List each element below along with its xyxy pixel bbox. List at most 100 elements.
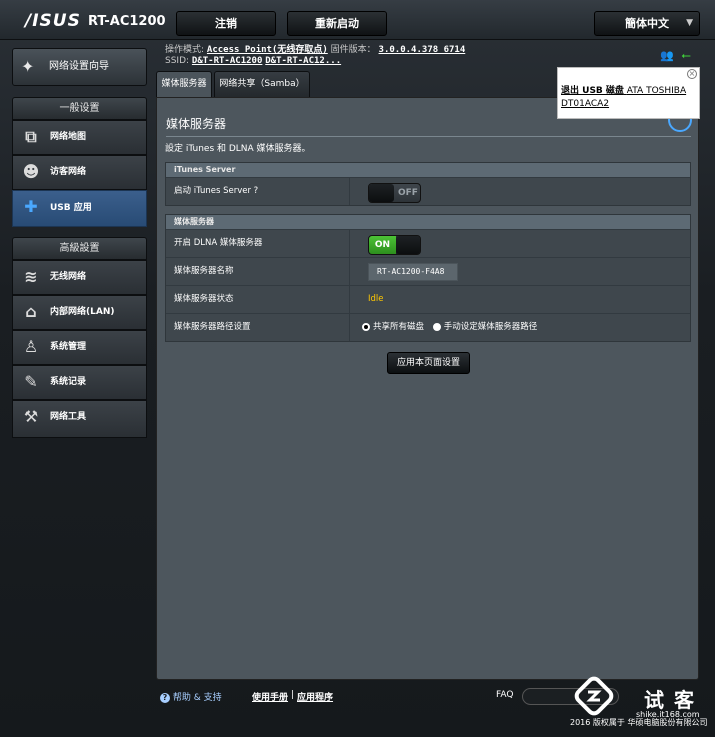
eject-usb-link[interactable]: 退出 USB 磁盘 ATA TOSHIBA <box>561 86 686 96</box>
mode-label: 操作模式: <box>165 45 205 55</box>
table-row: 媒体服务器名称 RT-AC1200-F4A8 <box>166 257 690 285</box>
radio-manual-path[interactable] <box>432 322 441 331</box>
itunes-toggle-state: OFF <box>398 188 418 198</box>
network-map-icon: ⧉ <box>25 127 37 146</box>
sidebar-item-wireless[interactable]: ≋ 无线网络 <box>12 260 147 295</box>
watermark: 试客 shike.it168.com <box>574 676 714 736</box>
help-label: 帮助 & 支持 <box>172 693 222 703</box>
media-status-value: Idle <box>368 294 384 304</box>
utility-link[interactable]: 应用程序 <box>297 690 333 703</box>
wrench-icon: ⚒ <box>23 407 39 426</box>
asus-logo: /ISUS <box>25 11 81 31</box>
page-title: 媒体服务器 <box>166 117 227 131</box>
router-admin-page: { "header": { "logo": "/ISUS", "model": … <box>0 0 715 737</box>
chevron-down-icon: ▼ <box>686 18 693 28</box>
watermark-title: 试客 <box>644 688 704 712</box>
sidebar-item-label: 内部网络(LAN) <box>50 307 115 317</box>
manual-link[interactable]: 使用手册 <box>252 690 288 703</box>
sidebar-item-lan[interactable]: ⌂ 内部网络(LAN) <box>12 295 147 330</box>
eject-usb-label: 退出 USB 磁盘 <box>561 86 624 96</box>
itunes-table: iTunes Server 启动 iTunes Server ? OFF <box>165 162 691 206</box>
dlna-toggle[interactable]: ON <box>368 235 421 255</box>
wifi-icon: ≋ <box>24 267 38 286</box>
itunes-table-header: iTunes Server <box>166 163 690 177</box>
top-bar: /ISUS RT-AC1200 注销 重新启动 簡体中文 ▼ <box>0 0 715 40</box>
tab-media-server[interactable]: 媒体服务器 <box>156 71 212 98</box>
log-edit-icon: ✎ <box>24 372 38 391</box>
help-support-link[interactable]: ? 帮助 & 支持 <box>160 690 222 703</box>
operation-mode-line: 操作模式: Access Point(无线存取点) 固件版本： 3.0.0.4.… <box>165 42 465 55</box>
sidebar-item-label: 系统记录 <box>50 377 87 387</box>
toggle-knob <box>396 236 420 254</box>
itunes-toggle[interactable]: OFF <box>368 183 421 203</box>
main-content-panel: 媒体服务器 設定 iTunes 和 DLNA 媒体服务器。 iTunes Ser… <box>156 97 699 680</box>
itunes-enable-label: 启动 iTunes Server ? <box>166 178 350 205</box>
tab-samba-share[interactable]: 网络共享（Samba） <box>214 71 310 98</box>
media-server-name-input[interactable]: RT-AC1200-F4A8 <box>368 263 458 281</box>
toggle-knob <box>369 184 394 202</box>
radio-share-all[interactable] <box>362 322 370 331</box>
title-divider <box>166 136 691 137</box>
radio-share-all-label[interactable]: 共享所有磁盘 <box>373 322 424 332</box>
media-path-label: 媒体服务器路径设置 <box>166 314 350 341</box>
table-row: 媒体服务器状态 Idle <box>166 285 690 313</box>
sidebar-item-label: 系统管理 <box>50 342 87 352</box>
ssid-link-1[interactable]: D&T-RT-AC1200 <box>192 56 262 66</box>
dlna-enable-label: 开启 DLNA 媒体服务器 <box>166 230 350 257</box>
advanced-section-header: 高級設置 <box>12 237 147 260</box>
sidebar-item-network-tools[interactable]: ⚒ 网络工具 <box>12 400 147 438</box>
watermark-url: shike.it168.com <box>636 710 700 719</box>
sidebar-item-guest-network[interactable]: ☻ 访客网络 <box>12 155 147 190</box>
general-section-header: 一般设置 <box>12 97 147 120</box>
table-row: 开启 DLNA 媒体服务器 ON <box>166 229 690 257</box>
apply-button[interactable]: 应用本页面设置 <box>387 352 470 374</box>
admin-user-icon: ♙ <box>23 337 39 356</box>
sidebar-item-network-map[interactable]: ⧉ 网络地图 <box>12 120 147 155</box>
sidebar-item-label: 网络工具 <box>50 412 87 422</box>
language-value: 簡体中文 <box>625 17 669 30</box>
sidebar-item-label: 网络地图 <box>50 132 87 142</box>
sidebar-item-administration[interactable]: ♙ 系统管理 <box>12 330 147 365</box>
sidebar-item-system-log[interactable]: ✎ 系统记录 <box>12 365 147 400</box>
usb-device-line2[interactable]: DT01ACA2 <box>561 99 609 109</box>
shike-logo-icon <box>574 676 614 716</box>
clients-icon[interactable]: 👥 <box>660 49 674 62</box>
close-icon[interactable]: × <box>687 69 697 79</box>
home-icon: ⌂ <box>25 302 37 321</box>
media-name-label: 媒体服务器名称 <box>166 258 350 285</box>
ssid-label: SSID: <box>165 56 190 66</box>
radio-manual-path-label[interactable]: 手动设定媒体服务器路径 <box>444 322 538 332</box>
media-status-label: 媒体服务器状态 <box>166 286 350 313</box>
media-server-table: 媒体服务器 开启 DLNA 媒体服务器 ON 媒体服务器名称 RT-AC1200… <box>165 214 691 342</box>
model-name: RT-AC1200 <box>88 14 166 29</box>
puzzle-icon: ✚ <box>24 197 38 216</box>
reboot-button[interactable]: 重新启动 <box>287 11 387 36</box>
footer-separator: | <box>291 690 295 700</box>
wizard-label: 网络设置向导 <box>49 61 109 72</box>
media-path-options: 共享所有磁盘 手动设定媒体服务器路径 <box>362 314 537 341</box>
language-select[interactable]: 簡体中文 ▼ <box>594 11 700 36</box>
page-description: 設定 iTunes 和 DLNA 媒体服务器。 <box>165 144 311 154</box>
usb-icon[interactable]: ⭠ <box>681 48 691 62</box>
ssid-link-2[interactable]: D&T-RT-AC12... <box>265 56 341 66</box>
help-icon: ? <box>160 693 170 703</box>
guest-users-icon: ☻ <box>22 162 40 181</box>
wand-icon: ✦ <box>21 57 35 76</box>
mode-link[interactable]: Access Point(无线存取点) <box>207 45 328 55</box>
sidebar-item-usb-app[interactable]: ✚ USB 应用 <box>12 190 147 227</box>
media-table-header: 媒体服务器 <box>166 215 690 229</box>
faq-label: FAQ <box>496 690 514 700</box>
quick-setup-wizard[interactable]: ✦ 网络设置向导 <box>12 48 147 86</box>
dlna-toggle-state: ON <box>369 236 396 254</box>
ssid-line: SSID: D&T-RT-AC1200 D&T-RT-AC12... <box>165 56 341 66</box>
usb-device-line1: ATA TOSHIBA <box>626 86 687 96</box>
logout-button[interactable]: 注销 <box>176 11 276 36</box>
table-row: 启动 iTunes Server ? OFF <box>166 177 690 205</box>
status-icons: 👥 ⭠ <box>660 48 691 63</box>
firmware-label: 固件版本： <box>330 45 376 55</box>
sidebar-item-label: 无线网络 <box>50 272 87 282</box>
sidebar-item-label: 访客网络 <box>50 167 87 177</box>
usb-eject-popup: × 退出 USB 磁盘 ATA TOSHIBA DT01ACA2 <box>557 67 700 119</box>
firmware-link[interactable]: 3.0.0.4.378_6714 <box>379 45 466 55</box>
table-row: 媒体服务器路径设置 共享所有磁盘 手动设定媒体服务器路径 <box>166 313 690 341</box>
